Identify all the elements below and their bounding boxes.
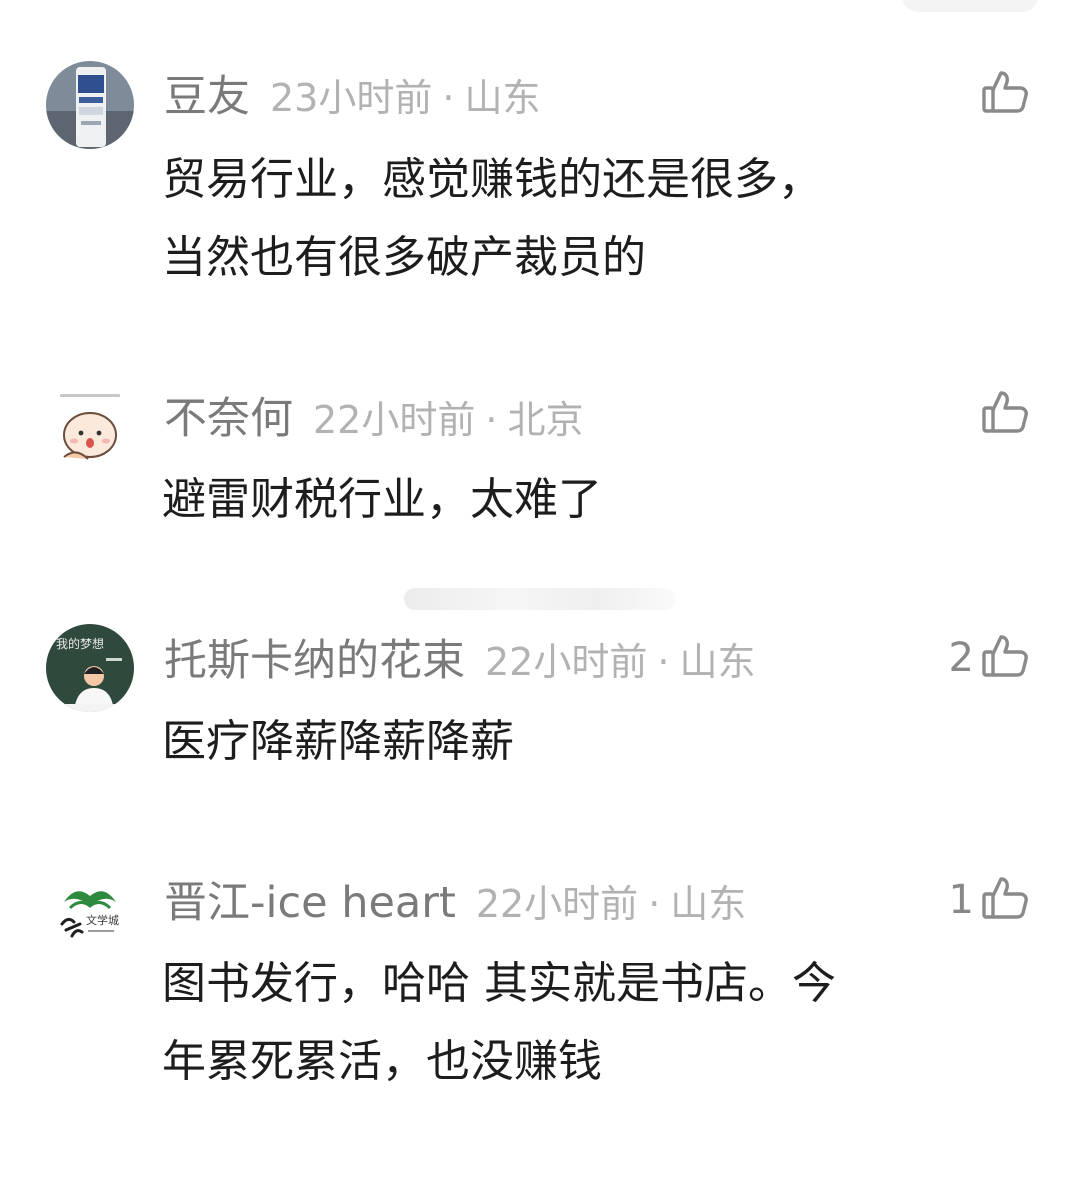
like-count: 1 <box>948 877 974 923</box>
location: 山东 <box>464 76 541 120</box>
comment-line: 贸易行业，感觉赚钱的还是很多， <box>162 154 822 205</box>
avatar[interactable]: 文学城 <box>46 866 134 954</box>
svg-text:我的梦想: 我的梦想 <box>56 636 104 651</box>
like-count: 2 <box>948 635 974 681</box>
thumbs-up-icon <box>980 387 1030 441</box>
comment-text: 避雷财税行业，太难了 <box>162 461 1022 539</box>
comment-meta: 晋江-ice heart 22小时前 · 山东 <box>164 875 746 931</box>
timestamp: 22小时前 <box>485 640 648 684</box>
avatar[interactable]: 我的梦想 <box>46 624 134 712</box>
location: 山东 <box>670 882 747 926</box>
comment-line: 医疗降薪降薪降薪 <box>162 716 514 767</box>
comment-line: 图书发行，哈哈 其实就是书店。今 <box>162 958 836 1009</box>
comment-line: 当然也有很多破产裁员的 <box>162 232 646 283</box>
comment-meta: 托斯卡纳的花束 22小时前 · 山东 <box>164 633 755 689</box>
thumbs-up-icon <box>980 631 1030 685</box>
timestamp: 22小时前 <box>475 882 639 926</box>
like-button[interactable] <box>974 66 1030 122</box>
location: 山东 <box>679 640 756 684</box>
avatar[interactable] <box>46 61 134 149</box>
like-button[interactable]: 2 <box>949 630 1030 686</box>
comment-meta: 不奈何 22小时前 · 北京 <box>164 391 583 447</box>
comment-line: 避雷财税行业，太难了 <box>162 474 602 525</box>
comment-list: 豆友 23小时前 · 山东 贸易行业，感觉赚钱的还是很多， 当然也有很多破产裁员的 <box>0 0 1080 1183</box>
location: 北京 <box>507 398 584 442</box>
top-pill-button[interactable] <box>902 0 1038 12</box>
like-button[interactable] <box>974 386 1030 442</box>
like-button[interactable]: 1 <box>949 872 1030 928</box>
comment-line: 年累死累活，也没赚钱 <box>162 1036 602 1087</box>
username[interactable]: 晋江-ice heart <box>164 878 456 928</box>
timestamp: 23小时前 <box>270 76 433 120</box>
comment-meta: 豆友 23小时前 · 山东 <box>164 69 540 125</box>
username[interactable]: 托斯卡纳的花束 <box>164 636 465 686</box>
username[interactable]: 不奈何 <box>164 394 293 444</box>
comment-text: 贸易行业，感觉赚钱的还是很多， 当然也有很多破产裁员的 <box>162 141 1022 297</box>
separator-dot: · <box>657 640 670 684</box>
separator-dot: · <box>485 398 498 442</box>
comment-text: 图书发行，哈哈 其实就是书店。今 年累死累活，也没赚钱 <box>162 945 1022 1101</box>
svg-text:文学城: 文学城 <box>86 913 119 927</box>
thumbs-up-icon <box>980 873 1030 927</box>
separator-dot: · <box>648 882 661 926</box>
timestamp: 22小时前 <box>313 398 476 442</box>
comment-text: 医疗降薪降薪降薪 <box>162 703 1022 781</box>
thumbs-up-icon <box>980 67 1030 121</box>
folded-content-hint <box>404 588 676 610</box>
separator-dot: · <box>442 76 455 120</box>
avatar[interactable] <box>46 383 134 471</box>
username[interactable]: 豆友 <box>164 72 250 122</box>
